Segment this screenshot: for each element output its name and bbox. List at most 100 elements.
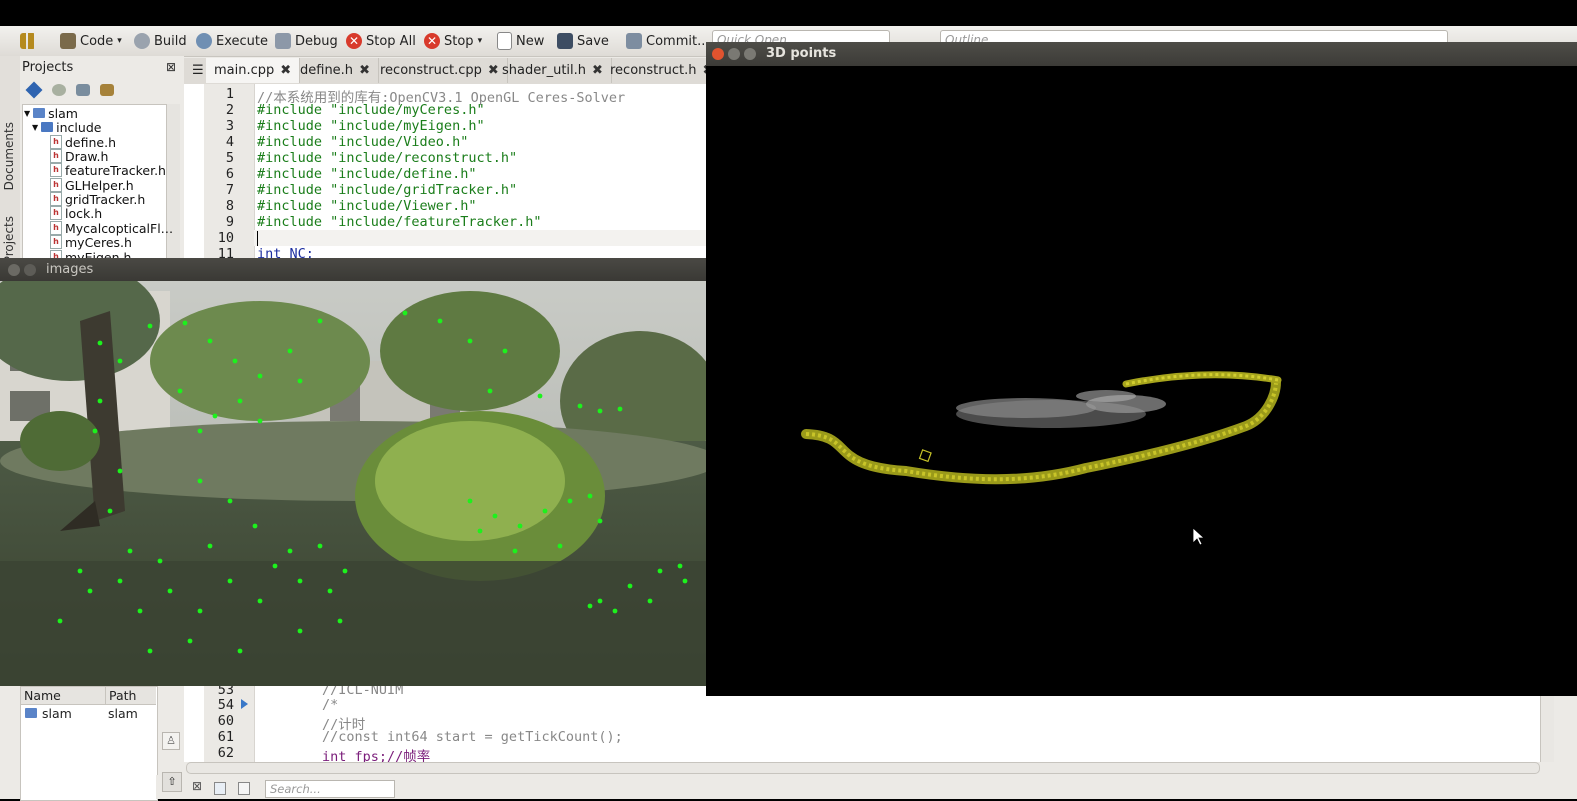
header-file-icon: h xyxy=(50,163,62,177)
close-tab-icon[interactable]: ✖ xyxy=(359,63,370,78)
editor-vertical-scrollbar[interactable] xyxy=(1540,686,1554,762)
line-number: 3 xyxy=(225,118,234,134)
current-line-highlight xyxy=(254,230,706,246)
code-line: #include "include/define.h" xyxy=(257,166,477,182)
fold-arrow-icon[interactable] xyxy=(241,699,248,709)
build-button[interactable]: Build xyxy=(134,31,187,51)
code-line: #include "include/Viewer.h" xyxy=(257,198,477,214)
navigate-icon[interactable] xyxy=(25,81,43,99)
tab-reconstruct-cpp[interactable]: reconstruct.cpp ✖ xyxy=(372,58,508,83)
search-input[interactable]: Search... xyxy=(265,780,395,798)
row-path: slam xyxy=(108,706,138,721)
side-tab-strip: Documents Projects es xyxy=(0,56,21,312)
minimize-window-icon[interactable] xyxy=(24,264,36,276)
save-button[interactable]: Save xyxy=(557,31,609,51)
line-number: 1 xyxy=(225,86,234,102)
maximize-window-icon[interactable] xyxy=(744,48,756,60)
code-line: /* xyxy=(322,697,339,713)
commit-icon xyxy=(626,33,642,49)
close-window-icon[interactable] xyxy=(8,264,20,276)
editor-tab-bar: ☰ main.cpp ✖ define.h ✖ reconstruct.cpp ✖ s… xyxy=(184,58,723,85)
commit-button[interactable]: Commit... xyxy=(626,31,709,51)
tab-main-cpp[interactable]: main.cpp ✖ xyxy=(206,58,301,83)
line-number: 54 xyxy=(217,697,234,713)
code-line: #include "include/reconstruct.h" xyxy=(257,150,518,166)
close-window-icon[interactable] xyxy=(712,48,724,60)
tab-reconstruct-h[interactable]: reconstruct.h✖ xyxy=(602,58,723,83)
point-cloud-view[interactable] xyxy=(706,66,1577,696)
header-file-icon: h xyxy=(50,221,62,235)
line-number: 4 xyxy=(225,134,234,150)
code-line: #include "include/Video.h" xyxy=(257,134,469,150)
tree-item-file[interactable]: h Draw.h xyxy=(50,149,108,164)
person-icon[interactable]: ♙ xyxy=(162,732,180,750)
tree-item-file[interactable]: h GLHelper.h xyxy=(50,178,134,193)
refresh-icon[interactable] xyxy=(52,84,66,96)
tab-shader-util-h[interactable]: shader_util.h ✖ xyxy=(494,58,612,83)
tree-item-file[interactable]: h define.h xyxy=(50,135,116,150)
stop-menu-button[interactable]: ✕ Stop ▾ xyxy=(424,31,482,51)
upload-icon[interactable]: ⇧ xyxy=(162,772,182,792)
tree-item-file[interactable]: h lock.h xyxy=(50,206,102,221)
camera-frame-image xyxy=(0,281,706,686)
tree-item-file[interactable]: h MycalcopticalFl… xyxy=(50,221,173,236)
line-number: 7 xyxy=(225,182,234,198)
code-line: #include "include/myEigen.h" xyxy=(257,118,485,134)
code-line: //const int64 start = getTickCount(); xyxy=(322,729,623,745)
project-icon xyxy=(33,108,46,118)
close-tab-icon[interactable]: ✖ xyxy=(280,63,291,78)
line-number: 10 xyxy=(217,230,234,246)
code-icon xyxy=(60,33,76,49)
tree-item-include[interactable]: ▼ include xyxy=(32,120,101,135)
tab-define-h[interactable]: define.h ✖ xyxy=(292,58,379,83)
table-header: Name Path xyxy=(21,687,156,705)
editor-horizontal-scrollbar[interactable] xyxy=(186,762,1540,774)
points-window-title: 3D points xyxy=(766,46,837,61)
table-row[interactable]: slam slam xyxy=(22,706,155,722)
copy-icon[interactable] xyxy=(238,782,250,795)
build-gear-icon xyxy=(134,33,150,49)
bottom-side-strip: ♙ xyxy=(158,686,184,776)
tree-item-file[interactable]: h gridTracker.h xyxy=(50,192,145,207)
line-number: 60 xyxy=(217,713,234,729)
header-file-icon: h xyxy=(50,192,62,206)
expand-icon[interactable] xyxy=(76,84,90,96)
tab-projects[interactable]: Projects xyxy=(2,216,16,263)
code-menu-button[interactable]: Code ▾ xyxy=(60,31,122,51)
close-icon[interactable]: ⊠ xyxy=(192,779,202,793)
text-cursor xyxy=(257,231,258,246)
debug-button[interactable]: Debug xyxy=(275,31,338,51)
projects-toolbar xyxy=(25,81,156,100)
tab-documents[interactable]: Documents xyxy=(2,122,16,190)
line-number: 8 xyxy=(225,198,234,214)
stop-icon: ✕ xyxy=(346,33,362,49)
close-icon[interactable]: ⊠ xyxy=(166,60,176,74)
project-icon xyxy=(25,708,37,718)
document-icon[interactable] xyxy=(214,782,226,795)
column-header-name[interactable]: Name xyxy=(24,688,61,703)
save-icon xyxy=(557,33,573,49)
new-button[interactable]: New xyxy=(497,31,544,51)
minimize-window-icon[interactable] xyxy=(728,48,740,60)
line-number: 5 xyxy=(225,150,234,166)
grid-menu-icon[interactable] xyxy=(20,31,36,51)
new-file-icon xyxy=(497,32,512,50)
stop-icon: ✕ xyxy=(424,33,440,49)
row-name: slam xyxy=(42,706,72,721)
header-file-icon: h xyxy=(50,235,62,249)
tree-scrollbar[interactable] xyxy=(166,104,180,266)
execute-button[interactable]: Execute xyxy=(196,31,268,51)
stop-all-button[interactable]: ✕ Stop All xyxy=(346,31,416,51)
tree-item-slam[interactable]: ▼ slam xyxy=(24,106,78,121)
images-window-titlebar[interactable] xyxy=(0,258,706,281)
points-window-titlebar[interactable] xyxy=(706,42,1577,66)
projects-panel-title: Projects xyxy=(22,60,74,75)
settings-icon[interactable] xyxy=(100,84,114,96)
header-file-icon: h xyxy=(50,206,62,220)
debug-icon xyxy=(275,33,291,49)
column-header-path[interactable]: Path xyxy=(109,688,136,703)
tree-item-file[interactable]: h myCeres.h xyxy=(50,235,132,250)
code-line: #include "include/gridTracker.h" xyxy=(257,182,518,198)
folder-icon xyxy=(41,122,54,132)
tree-item-file[interactable]: h featureTracker.h xyxy=(50,163,166,178)
